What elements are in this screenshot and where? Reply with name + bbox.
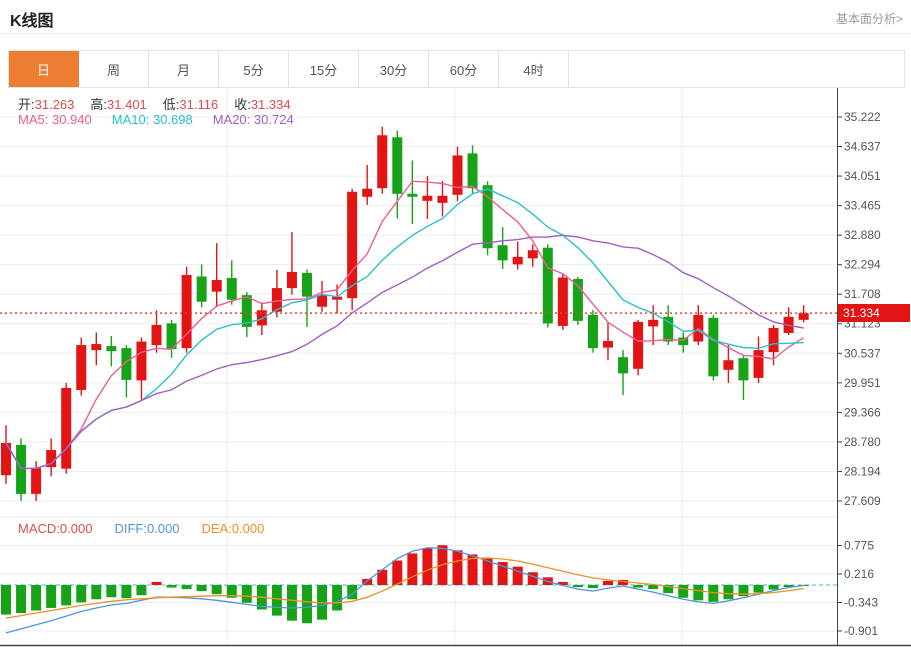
ma5-line bbox=[6, 181, 804, 468]
macd-histogram-layer bbox=[1, 545, 809, 623]
svg-text:-0.343: -0.343 bbox=[844, 595, 878, 609]
low-label: 低: bbox=[163, 97, 180, 112]
macd-info-row: MACD:0.000 DIFF:0.000 DEA:0.000 bbox=[18, 521, 264, 536]
ma5-legend: MA5: 30.940 bbox=[18, 112, 92, 127]
open-label: 开: bbox=[18, 97, 35, 112]
tab-month[interactable]: 月 bbox=[149, 51, 219, 87]
open-value: 31.263 bbox=[35, 97, 75, 112]
tab-week[interactable]: 周 bbox=[79, 51, 149, 87]
svg-text:0.216: 0.216 bbox=[844, 567, 874, 581]
candles-layer bbox=[1, 127, 809, 501]
svg-text:33.465: 33.465 bbox=[844, 199, 881, 213]
close-value: 31.334 bbox=[251, 97, 291, 112]
svg-text:34.051: 34.051 bbox=[844, 169, 881, 183]
close-label: 收: bbox=[234, 97, 251, 112]
svg-text:29.366: 29.366 bbox=[844, 405, 881, 419]
svg-text:31.708: 31.708 bbox=[844, 287, 881, 301]
svg-text:30.537: 30.537 bbox=[844, 346, 881, 360]
svg-text:32.880: 32.880 bbox=[844, 228, 881, 242]
svg-text:28.780: 28.780 bbox=[844, 435, 881, 449]
svg-text:34.637: 34.637 bbox=[844, 140, 881, 154]
high-label: 高: bbox=[90, 97, 107, 112]
page-title: K线图 bbox=[10, 7, 54, 31]
ma-info-row: MA5: 30.940 MA10: 30.698 MA20: 30.724 bbox=[18, 112, 294, 127]
tab-15min[interactable]: 15分 bbox=[289, 51, 359, 87]
tabbar-filler bbox=[569, 51, 904, 87]
svg-text:32.294: 32.294 bbox=[844, 258, 881, 272]
ma10-line bbox=[6, 189, 804, 468]
ohlc-info-row: 开:31.263 高:31.401 低:31.116 收:31.334 bbox=[18, 94, 307, 113]
low-value: 31.116 bbox=[179, 97, 218, 112]
period-tabbar: 日周月5分15分30分60分4时 bbox=[8, 50, 905, 88]
kline-page: 35.222 34.637 34.051 33.465 32.880 32.294 31.7… bbox=[0, 0, 911, 647]
svg-text:35.222: 35.222 bbox=[844, 110, 881, 124]
y-axis-labels: 35.222 34.637 34.051 33.465 32.880 32.294 31.7… bbox=[837, 110, 881, 638]
tab-day[interactable]: 日 bbox=[9, 51, 79, 87]
tab-30min[interactable]: 30分 bbox=[359, 51, 429, 87]
svg-text:28.194: 28.194 bbox=[844, 464, 881, 478]
ma20-legend: MA20: 30.724 bbox=[213, 112, 294, 127]
svg-text:29.951: 29.951 bbox=[844, 376, 881, 390]
tab-60min[interactable]: 60分 bbox=[429, 51, 499, 87]
dea-legend: DEA:0.000 bbox=[201, 521, 264, 536]
diff-legend: DIFF:0.000 bbox=[114, 521, 179, 536]
svg-text:-0.901: -0.901 bbox=[844, 624, 878, 638]
high-value: 31.401 bbox=[107, 97, 147, 112]
title-divider bbox=[0, 33, 911, 34]
fundamental-analysis-link[interactable]: 基本面分析> bbox=[836, 10, 903, 27]
current-price-badge: 31.334 bbox=[838, 304, 910, 322]
svg-text:27.609: 27.609 bbox=[844, 494, 881, 508]
macd-legend: MACD:0.000 bbox=[18, 521, 92, 536]
tab-4hour[interactable]: 4时 bbox=[499, 51, 569, 87]
tab-5min[interactable]: 5分 bbox=[219, 51, 289, 87]
svg-text:0.775: 0.775 bbox=[844, 538, 874, 552]
ma10-legend: MA10: 30.698 bbox=[112, 112, 193, 127]
